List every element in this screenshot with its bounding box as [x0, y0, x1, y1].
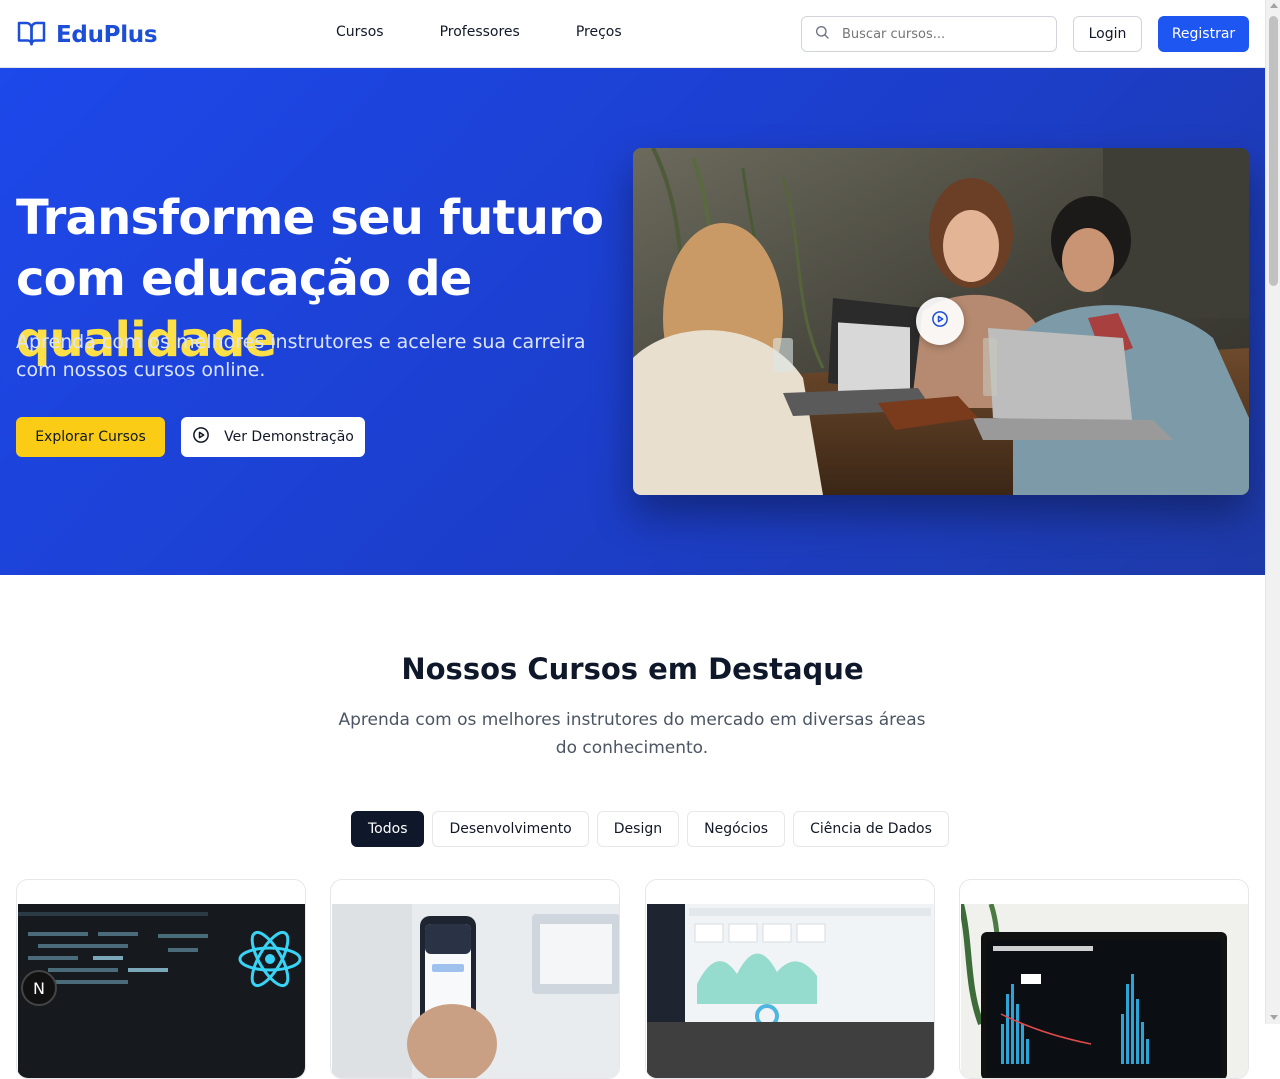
scrollbar-thumb[interactable] — [1269, 16, 1278, 286]
register-button[interactable]: Registrar — [1158, 16, 1249, 52]
nav-link-cursos[interactable]: Cursos — [336, 24, 384, 40]
featured-title: Nossos Cursos em Destaque — [401, 652, 864, 686]
play-circle-icon — [192, 426, 210, 448]
view-demo-button[interactable]: Ver Demonstração — [181, 417, 365, 457]
nav-link-precos[interactable]: Preços — [576, 24, 622, 40]
play-video-button[interactable] — [916, 297, 964, 345]
hero-section: Transforme seu futuro com educação de qu… — [0, 68, 1265, 575]
course-image-mobile — [332, 904, 619, 1078]
search-input[interactable] — [842, 26, 1032, 42]
dev-tools-badge[interactable]: N — [21, 970, 57, 1006]
view-demo-label: Ver Demonstração — [224, 429, 354, 445]
course-card[interactable] — [16, 879, 306, 1079]
featured-subtitle: Aprenda com os melhores instrutores do m… — [338, 710, 926, 758]
category-filters: Todos Desenvolvimento Design Negócios Ci… — [351, 811, 949, 847]
course-card[interactable] — [330, 879, 620, 1079]
hero-subtitle: Aprenda com os melhores instrutores e ac… — [16, 331, 586, 381]
filter-ciencia-de-dados[interactable]: Ciência de Dados — [793, 811, 949, 847]
nav-link-professores[interactable]: Professores — [440, 24, 520, 40]
hero-title-main: Transforme seu futuro com educação de — [16, 190, 604, 307]
course-image-data-science — [961, 904, 1248, 1078]
course-card[interactable] — [959, 879, 1249, 1079]
course-image-dashboard — [647, 904, 934, 1078]
course-card[interactable] — [645, 879, 935, 1079]
course-image-react — [18, 904, 305, 1078]
scroll-up-icon[interactable] — [1270, 3, 1278, 8]
filter-todos[interactable]: Todos — [351, 811, 425, 847]
filter-desenvolvimento[interactable]: Desenvolvimento — [432, 811, 589, 847]
login-button[interactable]: Login — [1073, 16, 1142, 52]
brand-logo[interactable]: EduPlus — [16, 18, 158, 52]
scroll-down-icon[interactable] — [1270, 1015, 1278, 1020]
explore-courses-button[interactable]: Explorar Cursos — [16, 417, 165, 457]
page-scrollbar[interactable] — [1265, 0, 1280, 1024]
search-icon — [814, 24, 830, 44]
open-book-icon — [16, 18, 47, 52]
site-header: EduPlus Cursos Professores Preços Login … — [0, 0, 1265, 68]
filter-design[interactable]: Design — [596, 811, 680, 847]
search-box — [801, 16, 1057, 52]
filter-negocios[interactable]: Negócios — [687, 811, 786, 847]
play-circle-icon — [931, 310, 949, 332]
main-nav: Cursos Professores Preços — [336, 24, 622, 40]
brand-name: EduPlus — [56, 22, 158, 48]
